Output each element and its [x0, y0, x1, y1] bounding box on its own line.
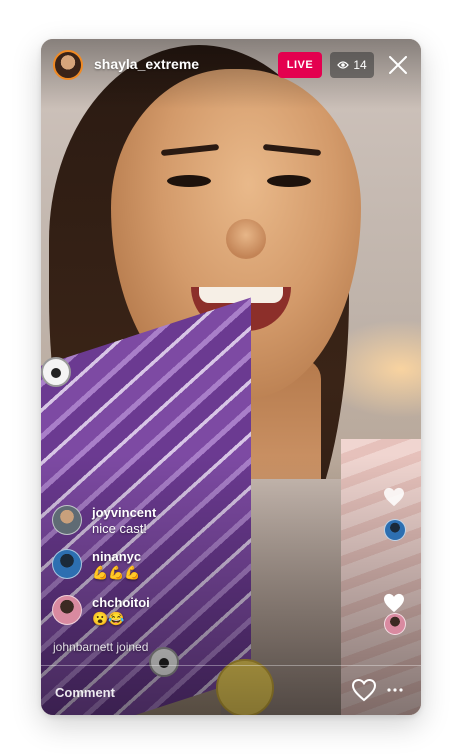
video-subject-eye-left: [167, 175, 211, 187]
commenter-username[interactable]: chchoitoi: [92, 595, 150, 611]
more-options-button[interactable]: [383, 678, 407, 702]
comment-item: chchoitoi 😮😂: [52, 595, 150, 627]
join-notice: johnbarnett joined: [53, 640, 149, 654]
more-horizontal-icon: [387, 688, 403, 692]
broadcaster-avatar[interactable]: [53, 50, 83, 80]
video-subject-eye-right: [267, 175, 311, 187]
viewer-count: 14: [353, 58, 367, 72]
commenter-avatar[interactable]: [52, 505, 82, 535]
comment-bar: [41, 665, 421, 715]
floating-heart-avatar: [384, 519, 406, 541]
comment-message: nice cast!: [92, 521, 147, 536]
heart-outline-icon: [351, 678, 377, 702]
comment-message: 😮😂: [92, 611, 125, 626]
comment-item: joyvincent nice cast!: [52, 505, 156, 537]
floating-heart-avatar: [384, 613, 406, 635]
page-background: shayla_extreme LIVE 14 joyvincent nice c…: [0, 0, 462, 756]
live-badge: LIVE: [278, 52, 322, 78]
commenter-avatar[interactable]: [52, 549, 82, 579]
broadcaster-username[interactable]: shayla_extreme: [94, 56, 199, 72]
live-stream-screen: shayla_extreme LIVE 14 joyvincent nice c…: [41, 39, 421, 715]
comment-item: ninanyc 💪💪💪: [52, 549, 141, 581]
floating-heart-icon: [383, 487, 405, 512]
video-subject-nose: [226, 219, 266, 259]
commenter-avatar[interactable]: [52, 595, 82, 625]
video-googly-eye-decoration: [41, 357, 71, 387]
eye-icon: [337, 60, 350, 70]
close-icon: [389, 56, 407, 74]
comment-input[interactable]: [53, 680, 337, 704]
like-button[interactable]: [351, 678, 377, 702]
viewer-count-badge[interactable]: 14: [330, 52, 374, 78]
commenter-username[interactable]: ninanyc: [92, 549, 141, 565]
close-button[interactable]: [387, 54, 409, 76]
commenter-username[interactable]: joyvincent: [92, 505, 156, 521]
comment-message: 💪💪💪: [92, 565, 141, 580]
